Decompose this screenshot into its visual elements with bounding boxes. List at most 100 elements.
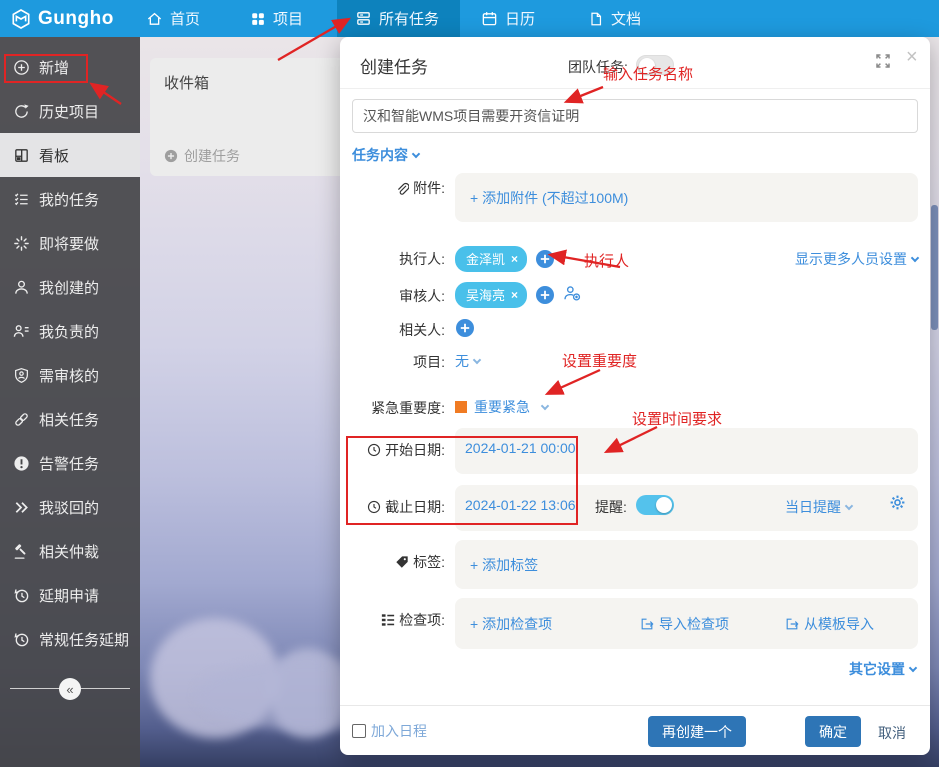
chevron-down-icon: [845, 501, 853, 509]
add-attachment-link[interactable]: + 添加附件 (不超过100M): [470, 188, 628, 208]
sidebar-item-rejected-by-me[interactable]: 我驳回的: [0, 485, 140, 529]
expand-icon[interactable]: [874, 52, 892, 75]
divider: [340, 705, 930, 706]
document-icon: [588, 11, 604, 27]
annotation-time-hint: 设置时间要求: [632, 408, 722, 429]
scrollbar-thumb[interactable]: [931, 205, 938, 330]
task-content-label: 任务内容: [352, 145, 408, 165]
sidebar-item-board[interactable]: 看板: [0, 133, 140, 177]
nav-item-calendar[interactable]: 日历: [481, 0, 535, 37]
chevron-down-icon: [541, 401, 549, 409]
add-reviewer-button[interactable]: [535, 285, 555, 305]
related-people-row: [455, 318, 475, 338]
gavel-icon: [13, 543, 30, 560]
person-list-icon: [13, 323, 30, 340]
sidebar-item-delay-request[interactable]: 延期申请: [0, 573, 140, 617]
checklist-icon: [381, 613, 395, 627]
grid-icon: [250, 11, 266, 27]
list-icon: [355, 10, 372, 27]
gear-icon[interactable]: [889, 494, 906, 516]
other-settings-toggle[interactable]: 其它设置: [849, 659, 916, 679]
tags-label: 标签:: [340, 552, 445, 572]
add-to-schedule-checkbox[interactable]: 加入日程: [352, 721, 427, 741]
nav-item-documents[interactable]: 文档: [588, 0, 641, 37]
board-create-task-button[interactable]: 创建任务: [164, 146, 240, 166]
nav-item-label: 所有任务: [379, 8, 439, 29]
cancel-button[interactable]: 取消: [878, 723, 906, 743]
annotation-box-new: [4, 54, 88, 83]
person-settings-icon[interactable]: [563, 284, 581, 307]
sidebar-item-my-tasks[interactable]: 我的任务: [0, 177, 140, 221]
tag-name: 金泽凯: [466, 249, 505, 268]
executor-label: 执行人:: [340, 249, 445, 269]
import-from-template-link[interactable]: 从模板导入: [785, 614, 874, 634]
app-logo[interactable]: Gungho: [10, 0, 114, 37]
sidebar-item-label: 我创建的: [39, 277, 99, 298]
show-more-people-link[interactable]: 显示更多人员设置: [795, 249, 918, 269]
nav-item-label: 日历: [505, 8, 535, 29]
attachment-label: 附件:: [340, 178, 445, 198]
checklist-field: + 添加检查项 导入检查项 从模板导入: [455, 598, 918, 649]
task-list-icon: [13, 191, 30, 208]
annotation-box-dates: [346, 436, 578, 525]
attachment-dropzone[interactable]: + 添加附件 (不超过100M): [455, 173, 918, 222]
divider: [340, 88, 930, 89]
sidebar-item-label: 我负责的: [39, 321, 99, 342]
sidebar-item-needs-review[interactable]: 需审核的: [0, 353, 140, 397]
reviewer-tag[interactable]: 吴海亮 ×: [455, 282, 527, 308]
remind-option-select[interactable]: 当日提醒: [785, 497, 852, 517]
clock-back-icon: [13, 587, 30, 604]
tag-name: 吴海亮: [466, 285, 505, 304]
sidebar-item-related-tasks[interactable]: 相关任务: [0, 397, 140, 441]
sidebar-item-alert-tasks[interactable]: 告警任务: [0, 441, 140, 485]
sidebar-item-label: 看板: [39, 145, 69, 166]
remove-tag-icon[interactable]: ×: [511, 288, 518, 302]
forward-arrows-icon: [13, 499, 30, 516]
add-tag-link[interactable]: + 添加标签: [470, 555, 538, 575]
priority-value: 重要紧急: [474, 397, 530, 417]
sidebar-item-regular-task-delay[interactable]: 常规任务延期: [0, 617, 140, 661]
add-related-person-button[interactable]: [455, 318, 475, 338]
chevron-down-icon: [909, 663, 917, 671]
sidebar-item-label: 我驳回的: [39, 497, 99, 518]
sidebar-item-my-responsibility[interactable]: 我负责的: [0, 309, 140, 353]
executor-tag[interactable]: 金泽凯 ×: [455, 246, 527, 272]
import-checklist-link[interactable]: 导入检查项: [640, 614, 729, 634]
nav-item-home[interactable]: 首页: [146, 0, 200, 37]
sidebar-item-history-projects[interactable]: 历史项目: [0, 89, 140, 133]
board-column-title: 收件箱: [164, 72, 209, 93]
tag-icon: [395, 555, 409, 569]
remind-label: 提醒:: [595, 497, 627, 517]
sidebar-item-upcoming[interactable]: 即将要做: [0, 221, 140, 265]
history-icon: [13, 103, 30, 120]
import-icon: [640, 617, 654, 631]
priority-select[interactable]: 重要紧急: [455, 397, 548, 417]
close-icon[interactable]: ×: [906, 46, 918, 69]
confirm-button[interactable]: 确定: [805, 716, 861, 747]
import-icon: [785, 617, 799, 631]
tags-field[interactable]: + 添加标签: [455, 540, 918, 589]
annotation-priority-hint: 设置重要度: [562, 350, 637, 371]
remind-toggle[interactable]: [636, 495, 674, 515]
app-window: 收件箱 创建任务 新增 历史项目 看板 我的任务 即将要做 我创建的: [0, 0, 939, 767]
nav-item-all-tasks[interactable]: 所有任务: [337, 0, 460, 37]
checkbox-icon[interactable]: [352, 724, 366, 738]
sidebar-item-related-arbitration[interactable]: 相关仲裁: [0, 529, 140, 573]
task-content-toggle[interactable]: 任务内容: [352, 145, 419, 165]
project-select[interactable]: 无: [455, 351, 480, 371]
task-name-input[interactable]: [352, 99, 918, 133]
reviewer-row: 吴海亮 ×: [455, 282, 581, 308]
board-create-task-label: 创建任务: [184, 146, 240, 166]
sidebar-item-created-by-me[interactable]: 我创建的: [0, 265, 140, 309]
board-column-inbox: 收件箱 创建任务: [150, 58, 346, 176]
remove-tag-icon[interactable]: ×: [511, 252, 518, 266]
create-another-button[interactable]: 再创建一个: [648, 716, 746, 747]
add-checklist-link[interactable]: + 添加检查项: [470, 614, 552, 634]
calendar-icon: [481, 10, 498, 27]
sidebar-item-label: 相关仲裁: [39, 541, 99, 562]
add-executor-button[interactable]: [535, 249, 555, 269]
sidebar-collapse-button[interactable]: «: [59, 678, 81, 700]
shield-icon: [13, 367, 30, 384]
sidebar-item-label: 告警任务: [39, 453, 99, 474]
nav-item-projects[interactable]: 项目: [250, 0, 303, 37]
